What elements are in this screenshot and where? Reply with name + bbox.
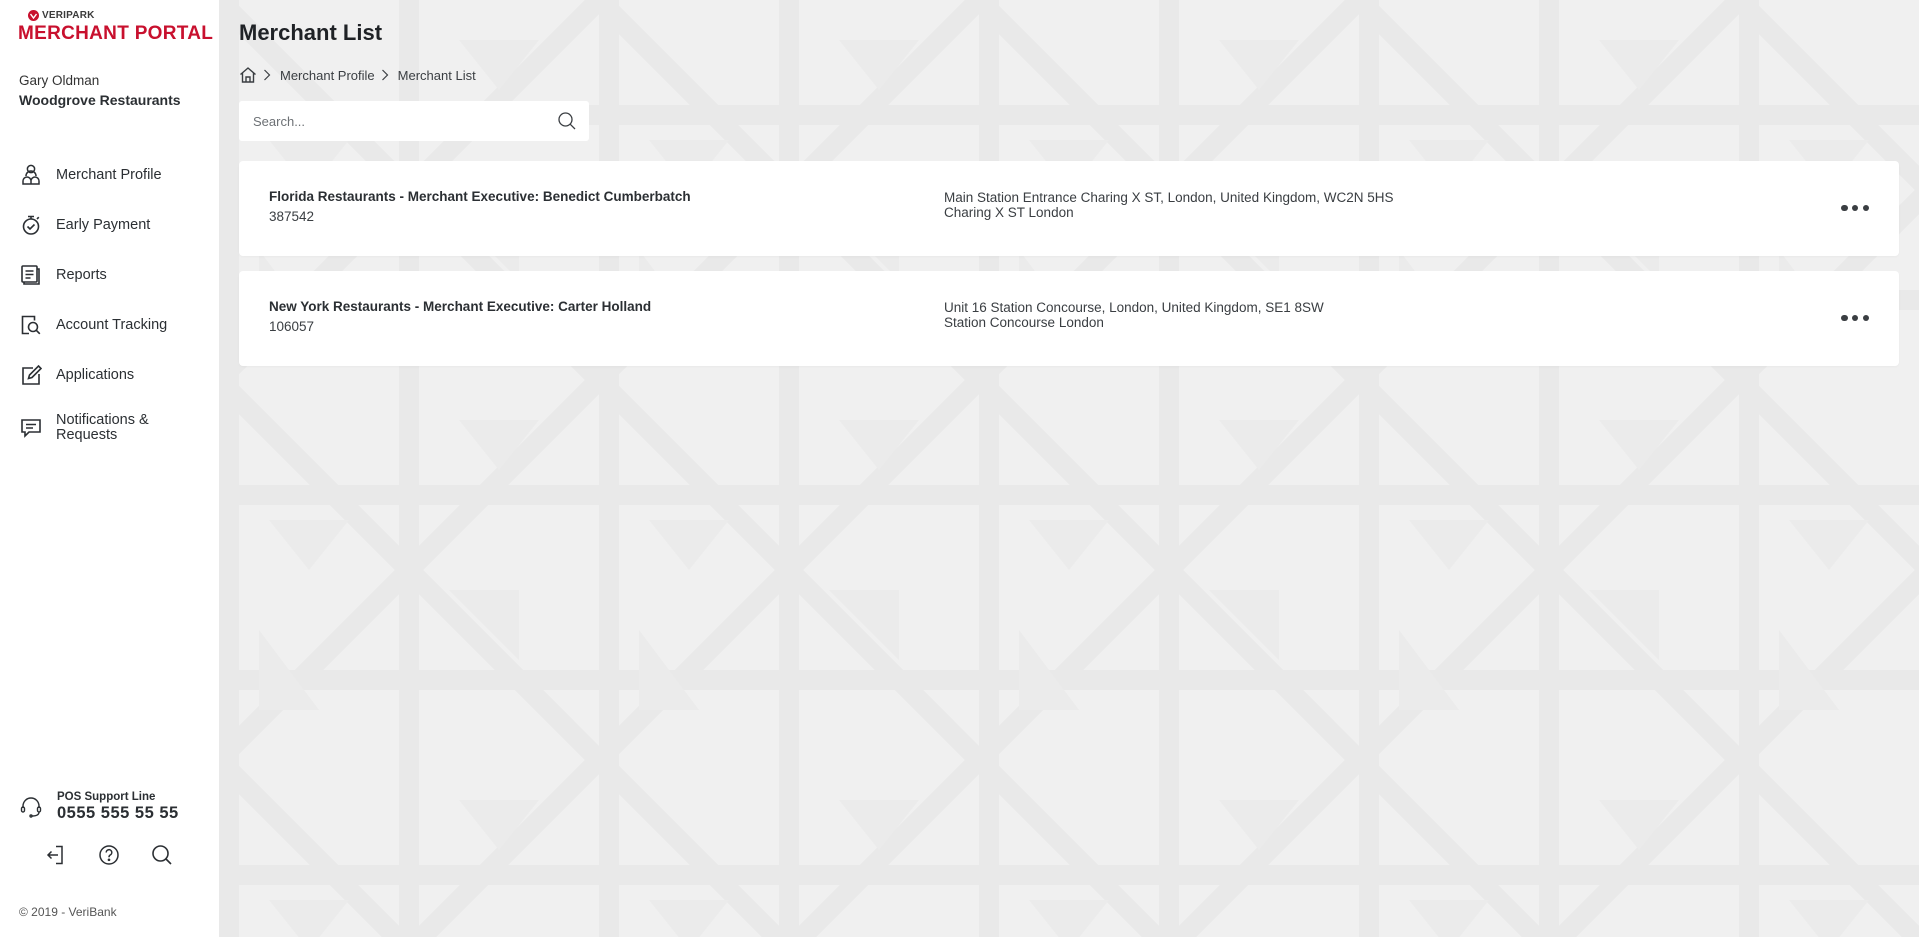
merchant-card[interactable]: New York Restaurants - Merchant Executiv… [239, 271, 1899, 366]
support-title: POS Support Line [57, 791, 156, 803]
pos-support: POS Support Line 0555 555 55 55 [19, 791, 179, 823]
reports-icon [19, 264, 42, 287]
global-search-button[interactable] [150, 843, 174, 867]
merchant-info: Florida Restaurants - Merchant Executive… [269, 189, 691, 224]
merchant-address: Unit 16 Station Concourse, London, Unite… [944, 300, 1324, 330]
user-company: Woodgrove Restaurants [19, 92, 181, 108]
product-name: MERCHANT PORTAL [18, 23, 213, 45]
breadcrumb-merchant-list: Merchant List [397, 67, 476, 83]
sidebar-item-notifications-requests[interactable]: Notifications & Requests [0, 400, 219, 456]
breadcrumb-merchant-profile[interactable]: Merchant Profile [280, 68, 375, 83]
more-dot-icon [1841, 204, 1848, 212]
breadcrumb: Merchant Profile Merchant List [239, 66, 476, 84]
search-box [239, 101, 589, 141]
address-line-2: Charing X ST London [944, 205, 1074, 220]
help-button[interactable] [97, 843, 121, 867]
veripark-brand: VERIPARK [28, 10, 95, 21]
merchant-info: New York Restaurants - Merchant Executiv… [269, 299, 651, 334]
search-icon [558, 112, 576, 130]
merchant-title: New York Restaurants - Merchant Executiv… [269, 299, 652, 314]
sidebar-item-label: Account Tracking [56, 316, 168, 333]
merchant-profile-icon [19, 164, 42, 187]
address-line-1: Main Station Entrance Charing X ST, Lond… [944, 190, 1394, 205]
veripark-name: VERIPARK [42, 10, 95, 21]
sidebar-nav: Merchant Profile Early Payment Reports A… [0, 150, 219, 456]
sidebar-item-early-payment[interactable]: Early Payment [0, 200, 219, 250]
chat-icon [19, 417, 42, 440]
sidebar-item-label: Reports [56, 266, 107, 283]
sidebar-item-applications[interactable]: Applications [0, 350, 219, 400]
page-title: Merchant List [239, 20, 383, 45]
more-dot-icon [1841, 314, 1848, 322]
breadcrumb-home[interactable] [239, 66, 257, 84]
sidebar-item-label: Merchant Profile [56, 166, 162, 183]
account-tracking-icon [19, 314, 42, 337]
support-phone[interactable]: 0555 555 55 55 [57, 804, 179, 823]
merchant-id: 106057 [269, 319, 315, 334]
more-dot-icon [1862, 314, 1869, 322]
search-input[interactable] [253, 113, 557, 129]
headset-icon [19, 795, 43, 819]
edit-icon [19, 364, 42, 387]
stopwatch-icon [19, 214, 42, 237]
merchant-address: Main Station Entrance Charing X ST, Lond… [944, 190, 1393, 220]
user-name: Gary Oldman [19, 73, 100, 88]
veripark-logo-icon [28, 10, 39, 21]
logout-icon [46, 845, 63, 865]
chevron-right-icon [263, 69, 273, 81]
more-dot-icon [1862, 204, 1869, 212]
main-content: Merchant List Merchant Profile Merchant … [219, 0, 1919, 937]
address-line-2: Station Concourse London [944, 315, 1104, 330]
product-name-text: MERCHANT PORTAL [18, 23, 214, 44]
label-line-1: Notifications & [56, 412, 149, 428]
merchant-portal-logo[interactable]: VERIPARK MERCHANT PORTAL [18, 10, 213, 50]
more-dot-icon [1851, 204, 1859, 212]
help-icon [99, 845, 119, 865]
merchant-list: Florida Restaurants - Merchant Executive… [239, 161, 1899, 381]
search-button[interactable] [557, 111, 577, 131]
more-dot-icon [1851, 314, 1859, 322]
logout-button[interactable] [44, 843, 68, 867]
search-icon [152, 845, 172, 865]
sidebar-tools [44, 843, 174, 867]
address-line-1: Unit 16 Station Concourse, London, Unite… [944, 300, 1324, 315]
sidebar-item-account-tracking[interactable]: Account Tracking [0, 300, 219, 350]
sidebar: VERIPARK MERCHANT PORTAL Gary Oldman Woo… [0, 0, 219, 937]
sidebar-item-label: Early Payment [56, 216, 151, 233]
chevron-right-icon [381, 69, 391, 81]
merchant-id: 387542 [269, 209, 315, 224]
sidebar-item-label: Notifications & Requests [56, 413, 149, 443]
merchant-card[interactable]: Florida Restaurants - Merchant Executive… [239, 161, 1899, 256]
sidebar-item-merchant-profile[interactable]: Merchant Profile [0, 150, 219, 200]
copyright: © 2019 - VeriBank [19, 905, 117, 919]
more-options-button[interactable] [1841, 199, 1869, 217]
more-options-button[interactable] [1841, 309, 1869, 327]
merchant-title: Florida Restaurants - Merchant Executive… [269, 189, 691, 204]
user-info: Gary Oldman Woodgrove Restaurants [19, 73, 181, 108]
sidebar-item-label: Applications [56, 366, 135, 383]
sidebar-item-reports[interactable]: Reports [0, 250, 219, 300]
label-line-2: Requests [56, 427, 118, 443]
home-icon [240, 67, 256, 83]
